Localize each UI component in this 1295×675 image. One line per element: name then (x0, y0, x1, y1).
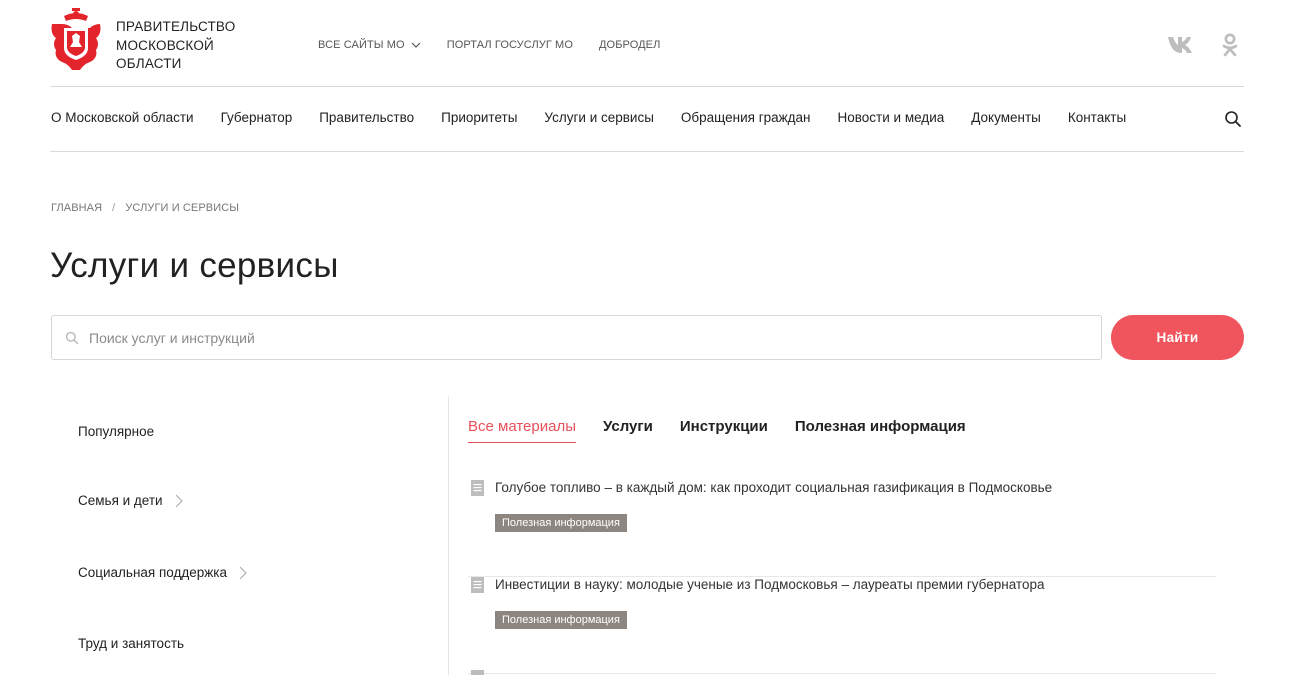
org-name-line: ПРАВИТЕЛЬСТВО (116, 19, 236, 34)
all-sites-label: ВСЕ САЙТЫ МО (318, 39, 405, 51)
org-name-line: МОСКОВСКОЙ (116, 37, 214, 53)
search-input[interactable] (89, 329, 1069, 346)
breadcrumb-services[interactable]: УСЛУГИ И СЕРВИСЫ (125, 202, 239, 214)
material-title[interactable]: Инвестиции в науку: молодые ученые из По… (495, 577, 1045, 592)
tab-all-materials[interactable]: Все материалы (468, 418, 576, 443)
document-icon (471, 670, 484, 675)
category-sidebar: Популярное Семья и дети Социальная подде… (51, 396, 448, 675)
find-button[interactable]: Найти (1111, 315, 1244, 360)
category-badge: Полезная информация (495, 514, 627, 532)
gosuslugi-portal-link[interactable]: ПОРТАЛ ГОСУСЛУГ МО (447, 39, 573, 51)
search-icon[interactable] (1224, 110, 1242, 128)
top-header: ПРАВИТЕЛЬСТВО МОСКОВСКОЙ ОБЛАСТИ ВСЕ САЙ… (0, 0, 1295, 86)
nav-item-citizen-appeals[interactable]: Обращения граждан (681, 110, 811, 125)
nav-item-governor[interactable]: Губернатор (221, 110, 293, 125)
breadcrumb: ГЛАВНАЯ / УСЛУГИ И СЕРВИСЫ (51, 202, 239, 214)
sidebar-item-label: Социальная поддержка (78, 565, 228, 580)
top-links: ВСЕ САЙТЫ МО ПОРТАЛ ГОСУСЛУГ МО ДОБРОДЕЛ (318, 39, 686, 51)
chevron-right-icon (175, 494, 183, 507)
nav-item-contacts[interactable]: Контакты (1068, 110, 1126, 125)
sidebar-item-social-support[interactable]: Социальная поддержка (78, 565, 247, 580)
sidebar-item-popular[interactable]: Популярное (78, 424, 154, 439)
sidebar-divider (448, 396, 449, 675)
dobrodel-link[interactable]: ДОБРОДЕЛ (599, 39, 660, 51)
organization-name[interactable]: ПРАВИТЕЛЬСТВО МОСКОВСКОЙ ОБЛАСТИ (116, 18, 235, 74)
all-sites-dropdown[interactable]: ВСЕ САЙТЫ МО (318, 39, 421, 51)
chevron-right-icon (239, 566, 247, 579)
header-divider (50, 86, 1244, 87)
list-item: Голубое топливо – в каждый дом: как прох… (468, 480, 1216, 577)
category-badge: Полезная информация (495, 611, 627, 629)
page-title: Услуги и сервисы (50, 246, 339, 285)
sidebar-item-family-children[interactable]: Семья и дети (78, 493, 183, 508)
tab-instructions[interactable]: Инструкции (680, 418, 768, 443)
tab-useful-info[interactable]: Полезная информация (795, 418, 966, 443)
coat-of-arms-logo[interactable] (50, 6, 102, 72)
odnoklassniki-link[interactable] (1219, 32, 1241, 58)
document-icon (471, 480, 484, 496)
org-name-line: ОБЛАСТИ (116, 56, 182, 71)
material-title[interactable]: Голубое топливо – в каждый дом: как прох… (495, 480, 1052, 495)
breadcrumb-home[interactable]: ГЛАВНАЯ (51, 202, 102, 214)
gosuslugi-portal-label: ПОРТАЛ ГОСУСЛУГ МО (446, 39, 573, 51)
sidebar-item-label: Семья и дети (78, 493, 163, 508)
main-navigation: О Московской области Губернатор Правител… (51, 110, 1153, 125)
vk-icon (1168, 37, 1192, 53)
document-icon (471, 577, 484, 593)
nav-item-government[interactable]: Правительство (319, 110, 414, 125)
nav-divider (50, 151, 1244, 152)
sidebar-item-labor-employment[interactable]: Труд и занятость (78, 636, 184, 651)
nav-item-news-media[interactable]: Новости и медиа (838, 110, 945, 125)
tab-services[interactable]: Услуги (603, 418, 653, 443)
vk-link[interactable] (1166, 32, 1196, 56)
nav-item-services[interactable]: Услуги и сервисы (544, 110, 654, 125)
chevron-down-icon (411, 42, 421, 48)
breadcrumb-separator: / (112, 202, 116, 214)
list-item: Инвестиции в науку: молодые ученые из По… (468, 577, 1216, 674)
dobrodel-label: ДОБРОДЕЛ (598, 39, 661, 51)
search-icon (65, 331, 79, 344)
material-tabs: Все материалы Услуги Инструкции Полезная… (468, 418, 993, 443)
nav-item-about-region[interactable]: О Московской области (51, 110, 194, 125)
sidebar-item-label: Популярное (78, 424, 155, 439)
sidebar-item-label: Труд и занятость (78, 636, 185, 651)
nav-item-priorities[interactable]: Приоритеты (441, 110, 517, 125)
odnoklassniki-icon (1222, 33, 1238, 57)
nav-item-documents[interactable]: Документы (971, 110, 1041, 125)
search-field[interactable] (51, 315, 1102, 360)
